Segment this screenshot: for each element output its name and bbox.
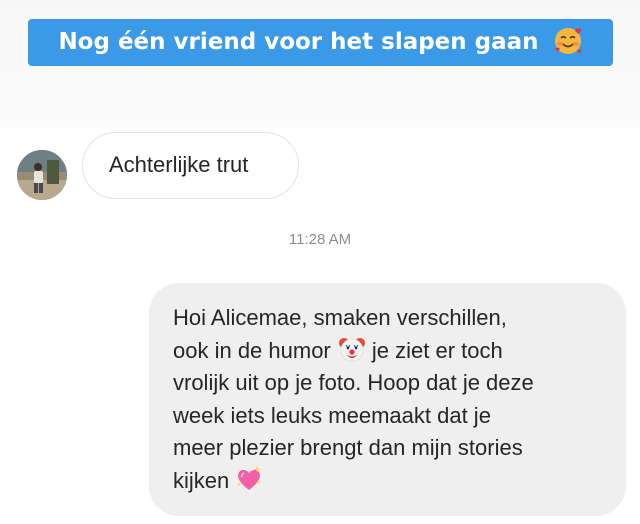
profile-photo-avatar [17, 150, 67, 200]
message-timestamp: 11:28 AM [288, 231, 352, 248]
sent-message-text: kijken [173, 467, 230, 493]
received-message-text: Achterlijke trut [109, 152, 249, 177]
story-caption-area: Nog één vriend voor het slapen gaan [0, 0, 640, 128]
sent-message-line: week iets leuks meemaakt dat je [173, 402, 491, 428]
sent-message-bubble[interactable]: Hoi Alicemae, smaken verschillen, ook in… [149, 283, 626, 516]
sent-message-line: ook in de humor je ziet er toch [173, 335, 604, 368]
sparkling-heart-icon [235, 465, 263, 493]
received-message-bubble[interactable]: Achterlijke trut [82, 132, 299, 199]
avatar[interactable] [17, 150, 67, 200]
sent-message-line: vrolijk uit op je foto. Hoop dat je deze [173, 370, 534, 395]
caption-banner: Nog één vriend voor het slapen gaan [28, 19, 613, 66]
sent-message-text: je ziet er toch [365, 337, 503, 363]
caption-text: Nog één vriend voor het slapen gaan [58, 29, 539, 55]
sent-message-line: Hoi Alicemae, smaken verschillen, [173, 305, 507, 330]
clown-face-icon [338, 335, 366, 363]
chat-screen: Nog één vriend voor het slapen gaan Acht… [0, 0, 640, 524]
smiling-face-with-hearts-icon [553, 26, 583, 56]
sent-message-line: meer plezier brengt dan mijn stories [173, 435, 523, 460]
sent-message-text: ook in de humor [173, 337, 331, 363]
sent-message-line: kijken [173, 465, 604, 498]
